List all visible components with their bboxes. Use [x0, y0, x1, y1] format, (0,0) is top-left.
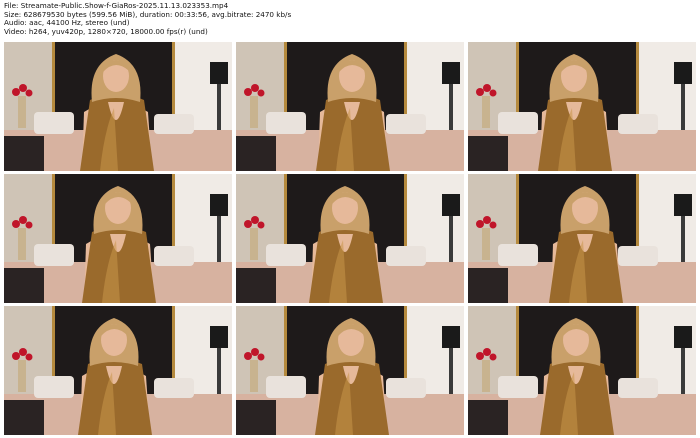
- video-thumbnail: [4, 306, 232, 435]
- video-thumbnail: [236, 306, 464, 435]
- video-thumbnail: [468, 306, 696, 435]
- file-info-header: File: Streamate-Public.Show-f-GiaRos-202…: [4, 1, 694, 36]
- thumbnail-grid: [4, 42, 696, 435]
- video-line: Video: h264, yuv420p, 1280×720, 18000.00…: [4, 26, 208, 36]
- video-thumbnail: [468, 174, 696, 303]
- video-thumbnail: [468, 42, 696, 171]
- video-thumbnail: [236, 42, 464, 171]
- video-thumbnail: [4, 174, 232, 303]
- video-thumbnail: [236, 174, 464, 303]
- video-thumbnail: [4, 42, 232, 171]
